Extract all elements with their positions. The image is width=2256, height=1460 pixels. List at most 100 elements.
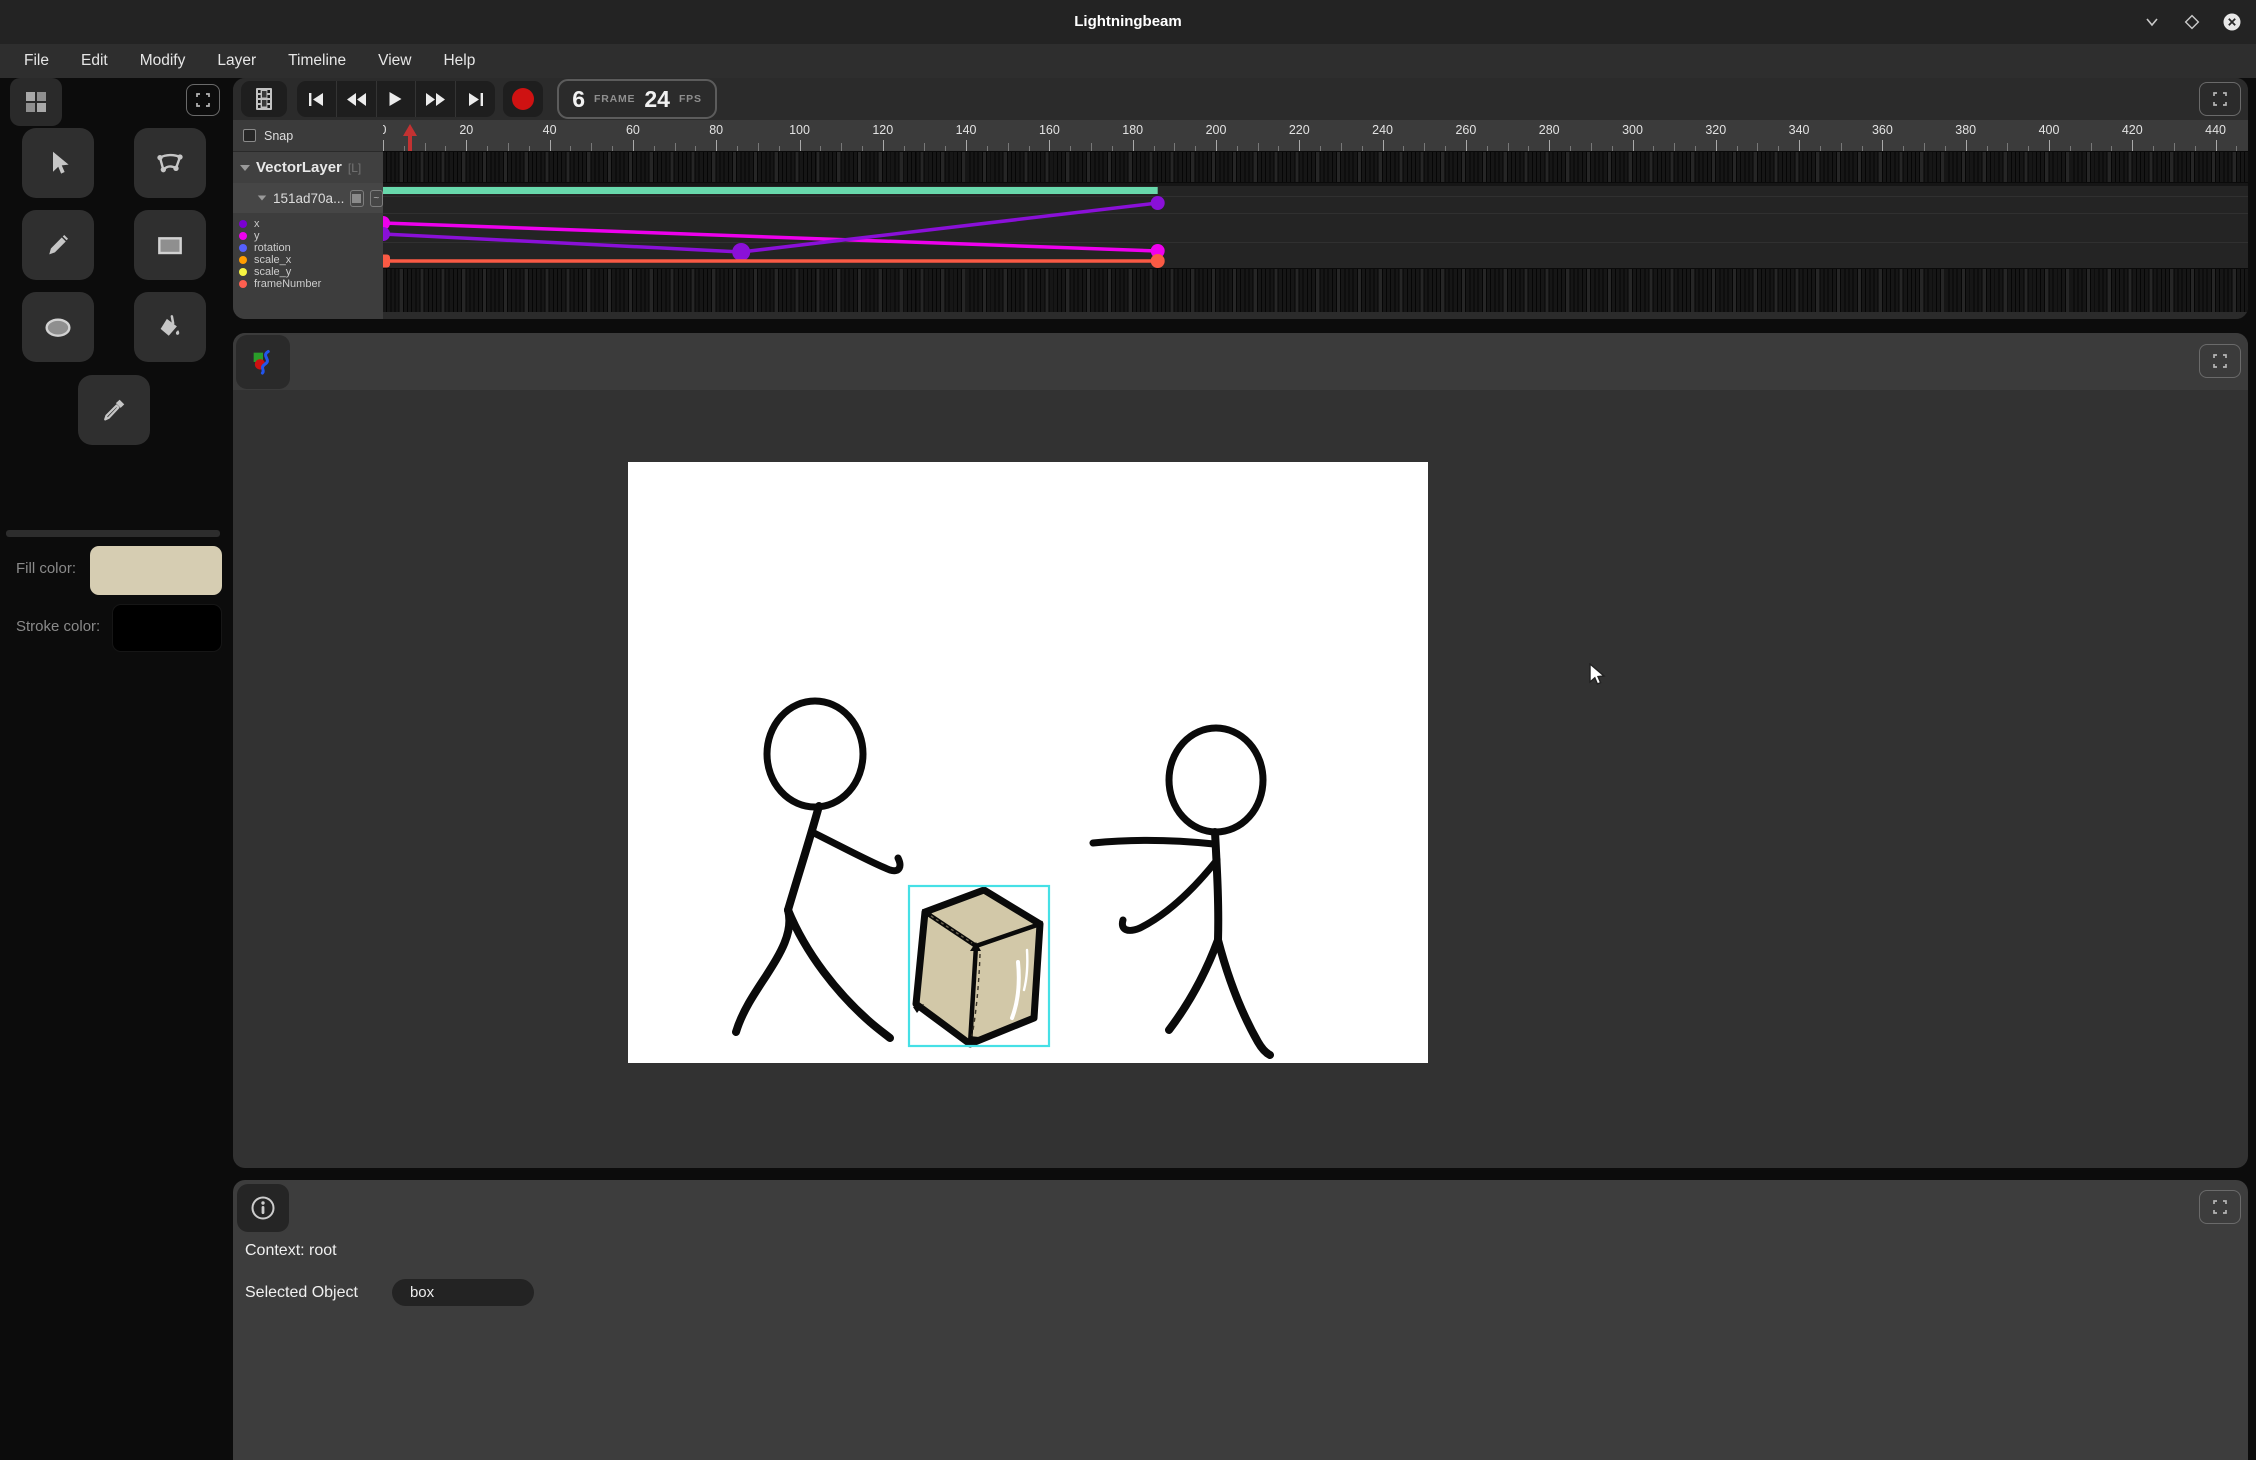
timeline-expand-button[interactable] bbox=[2199, 82, 2241, 116]
property-color-dot bbox=[239, 232, 247, 240]
skip-to-end-button[interactable] bbox=[456, 81, 495, 117]
menu-bar: FileEditModifyLayerTimelineViewHelp bbox=[0, 44, 2256, 78]
curve-track[interactable] bbox=[383, 183, 2248, 268]
fill-color-label: Fill color: bbox=[16, 560, 76, 577]
minimize-icon[interactable] bbox=[2141, 11, 2163, 33]
property-row-x[interactable]: x bbox=[233, 218, 383, 230]
selected-object-row: Selected Object box bbox=[245, 1279, 534, 1306]
property-row-rotation[interactable]: rotation bbox=[233, 242, 383, 254]
inspector-panel: Context: root Selected Object box bbox=[233, 1180, 2248, 1460]
skip-start-icon bbox=[308, 92, 325, 107]
frame-value: 6 bbox=[572, 86, 585, 113]
menu-timeline[interactable]: Timeline bbox=[274, 48, 360, 74]
skip-to-start-button[interactable] bbox=[297, 81, 337, 117]
tools-expand-button[interactable] bbox=[186, 84, 220, 116]
stick-figure-right[interactable] bbox=[1093, 728, 1270, 1055]
property-row-scale_x[interactable]: scale_x bbox=[233, 254, 383, 266]
maximize-icon[interactable] bbox=[2181, 11, 2203, 33]
scene-tab[interactable] bbox=[236, 335, 290, 389]
keyframe-marker[interactable] bbox=[383, 255, 390, 268]
paint-bucket-icon bbox=[155, 312, 185, 342]
ruler-tick bbox=[1633, 140, 1634, 151]
ruler-tick bbox=[550, 140, 551, 151]
ruler-label: 360 bbox=[1860, 123, 1904, 137]
property-name: scale_x bbox=[254, 254, 291, 266]
layer-child-row[interactable]: 151ad70a... ~ bbox=[233, 183, 383, 213]
ellipse-tool-button[interactable] bbox=[22, 292, 94, 362]
info-button[interactable] bbox=[237, 1184, 289, 1232]
close-icon[interactable] bbox=[2221, 11, 2243, 33]
menu-layer[interactable]: Layer bbox=[203, 48, 270, 74]
mouse-cursor bbox=[1587, 663, 1609, 689]
rectangle-icon bbox=[154, 229, 186, 261]
ruler-tick bbox=[758, 143, 759, 151]
eyedropper-tool-button[interactable] bbox=[78, 375, 150, 445]
keyframe-marker[interactable] bbox=[1151, 196, 1165, 210]
property-name: rotation bbox=[254, 242, 291, 254]
menu-view[interactable]: View bbox=[364, 48, 425, 74]
ruler-tick bbox=[1133, 140, 1134, 151]
keyframe-marker[interactable] bbox=[383, 227, 390, 241]
inspector-expand-button[interactable] bbox=[2199, 1190, 2241, 1224]
fill-color-swatch[interactable] bbox=[90, 546, 222, 595]
property-color-dot bbox=[239, 220, 247, 228]
collapse-arrow-icon[interactable] bbox=[258, 195, 267, 200]
transform-tool-button[interactable] bbox=[134, 128, 206, 198]
menu-help[interactable]: Help bbox=[429, 48, 489, 74]
property-color-dot bbox=[239, 280, 247, 288]
property-list: xyrotationscale_xscale_yframeNumber bbox=[233, 218, 383, 290]
canvas-expand-button[interactable] bbox=[2199, 344, 2241, 378]
ruler-tick bbox=[591, 143, 592, 151]
fast-forward-button[interactable] bbox=[416, 81, 456, 117]
ruler-tick bbox=[1549, 140, 1550, 151]
window-title: Lightningbeam bbox=[0, 13, 2256, 30]
rectangle-tool-button[interactable] bbox=[134, 210, 206, 280]
context-text: Context: root bbox=[245, 1242, 337, 1260]
menu-edit[interactable]: Edit bbox=[67, 48, 122, 74]
ruler-label: 440 bbox=[2194, 123, 2238, 137]
rewind-icon bbox=[346, 92, 367, 107]
stick-figure-left[interactable] bbox=[736, 701, 900, 1038]
selected-object-value[interactable]: box bbox=[392, 1279, 534, 1306]
clip-duration-bar[interactable] bbox=[383, 187, 1158, 194]
select-tool-button[interactable] bbox=[22, 128, 94, 198]
child-object-name: 151ad70a... bbox=[273, 191, 344, 206]
grid-menu-button[interactable] bbox=[10, 78, 62, 126]
ruler-tick bbox=[1716, 140, 1717, 151]
pencil-tool-button[interactable] bbox=[22, 210, 94, 280]
curve-y[interactable] bbox=[383, 223, 1158, 251]
keyframe-square-button[interactable] bbox=[350, 190, 363, 207]
stroke-color-swatch[interactable] bbox=[112, 604, 222, 652]
menu-modify[interactable]: Modify bbox=[126, 48, 200, 74]
ruler-tick bbox=[1258, 143, 1259, 151]
playhead[interactable] bbox=[403, 124, 417, 151]
property-row-scale_y[interactable]: scale_y bbox=[233, 266, 383, 278]
rewind-button[interactable] bbox=[337, 81, 377, 117]
layer-row-vectorlayer[interactable]: VectorLayer [L] bbox=[233, 151, 383, 183]
ruler-tick bbox=[466, 140, 467, 151]
play-button[interactable] bbox=[377, 81, 417, 117]
box-object[interactable] bbox=[909, 886, 1049, 1047]
snap-checkbox[interactable] bbox=[243, 129, 256, 142]
keyframe-marker[interactable] bbox=[1151, 254, 1165, 268]
property-row-y[interactable]: y bbox=[233, 230, 383, 242]
fast-forward-icon bbox=[425, 92, 446, 107]
ruler-tick bbox=[383, 140, 384, 151]
menu-file[interactable]: File bbox=[10, 48, 63, 74]
easing-button[interactable]: ~ bbox=[370, 190, 383, 207]
timeline-ruler[interactable]: 0204060801001201401601802002202402602803… bbox=[383, 120, 2248, 151]
ruler-tick bbox=[2091, 143, 2092, 151]
property-row-frameNumber[interactable]: frameNumber bbox=[233, 278, 383, 290]
record-button[interactable] bbox=[503, 81, 543, 117]
frames-track[interactable] bbox=[383, 268, 2248, 312]
paint-bucket-tool-button[interactable] bbox=[134, 292, 206, 362]
collapse-arrow-icon[interactable] bbox=[240, 165, 250, 171]
layer-frames-track[interactable] bbox=[383, 151, 2248, 183]
ruler-label: 220 bbox=[1277, 123, 1321, 137]
film-button[interactable] bbox=[241, 81, 287, 117]
stage[interactable] bbox=[628, 462, 1428, 1063]
ruler-tick bbox=[1341, 143, 1342, 151]
ruler-tick bbox=[1799, 140, 1800, 151]
keyframe-marker[interactable] bbox=[732, 243, 750, 261]
ruler-label: 40 bbox=[528, 123, 572, 137]
